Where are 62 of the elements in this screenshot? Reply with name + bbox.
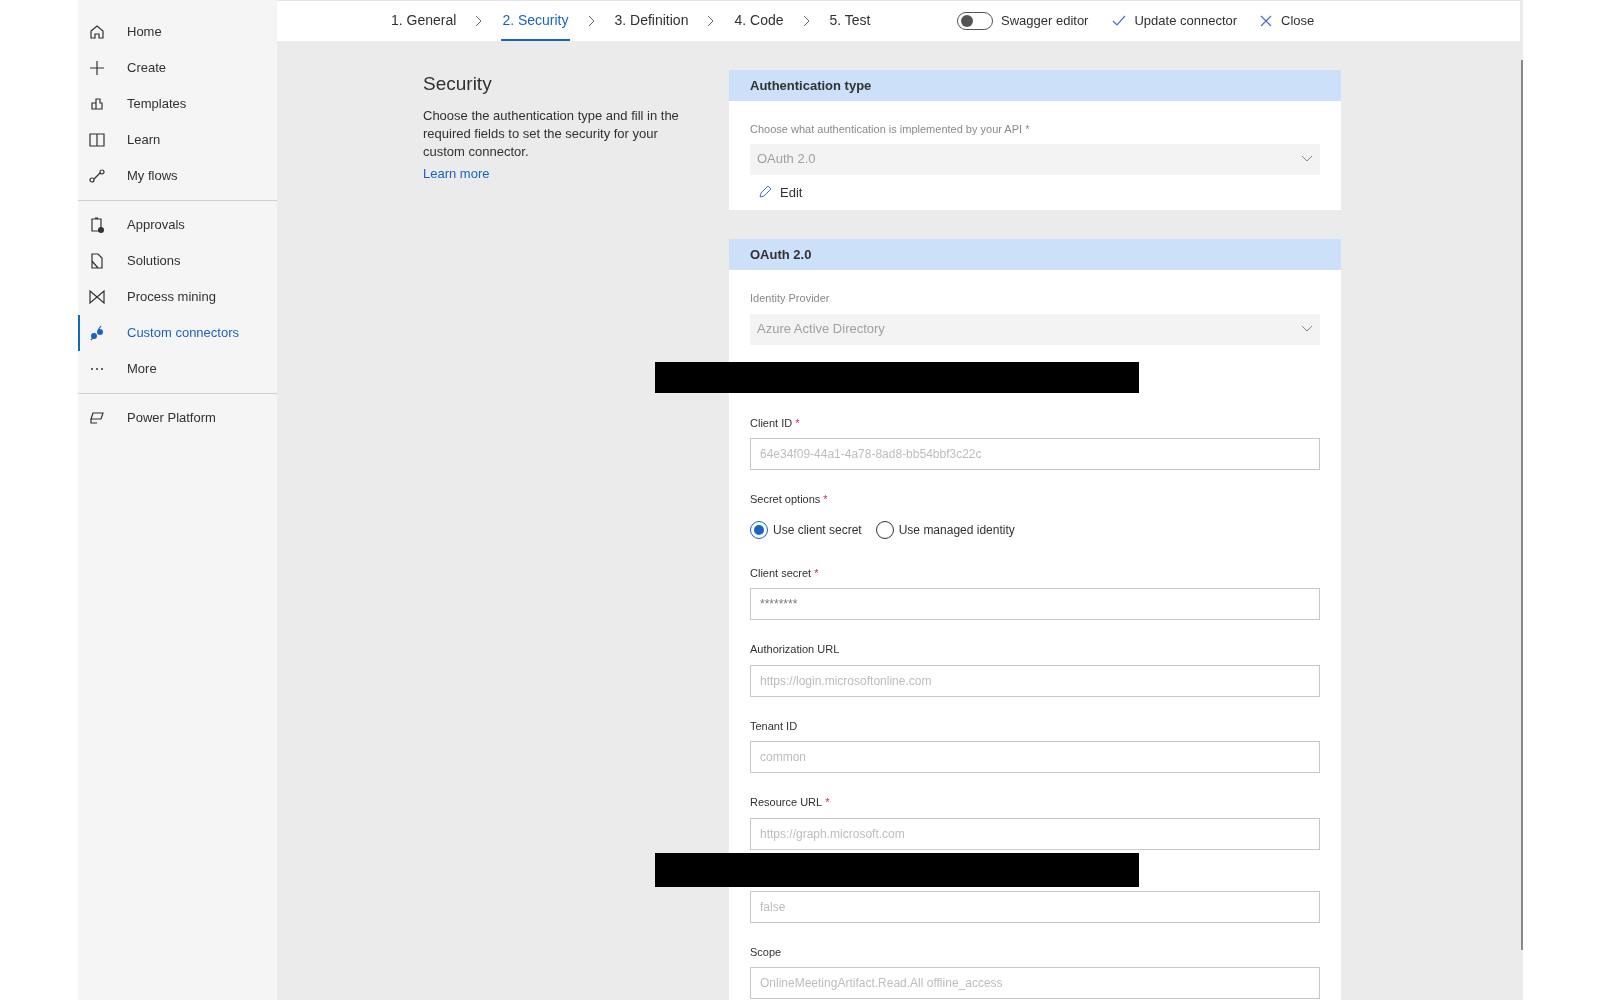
chevron-icon	[802, 15, 811, 27]
close-button[interactable]: Close	[1259, 11, 1315, 31]
sidebar-item[interactable]: Solutions	[78, 243, 277, 279]
step-tab[interactable]: 5. Test	[828, 1, 872, 41]
field-label: Tenant ID	[750, 718, 799, 734]
field-label: Client ID	[750, 415, 793, 431]
radio-option[interactable]: Use managed identity	[875, 520, 1015, 539]
sidebar-item[interactable]: Power Platform	[78, 400, 277, 436]
book-icon	[88, 131, 106, 149]
required-mark: *	[814, 565, 819, 581]
field-label: Resource URL	[750, 795, 823, 810]
sidebar-item[interactable]: Create	[78, 50, 277, 86]
clipboard-icon	[88, 216, 106, 234]
field-label: Scope	[750, 944, 783, 960]
chevron-down-icon	[1301, 155, 1313, 163]
swagger-toggle[interactable]	[957, 12, 993, 30]
scrollbar[interactable]	[1520, 60, 1523, 950]
chevron-icon	[475, 15, 484, 27]
field-label: Authorization URL	[750, 642, 841, 657]
dropdown-field: Azure Active Directory	[750, 313, 1320, 345]
field-label: Choose what authentication is implemented by your API *	[750, 122, 1031, 137]
plus-icon	[88, 59, 106, 77]
connectors-icon	[88, 324, 106, 342]
field-label: Identity Provider	[750, 291, 831, 306]
process-mining-icon	[88, 288, 106, 306]
update-connector-button[interactable]: Update connector	[1112, 11, 1238, 31]
edit-button[interactable]: Edit	[758, 182, 803, 202]
learn-more-link[interactable]: Learn more	[423, 165, 490, 181]
step-tab[interactable]: 1. General	[390, 1, 458, 41]
field-label: Secret options	[750, 492, 821, 507]
templates-icon	[88, 95, 106, 113]
radio-option[interactable]: Use client secret	[750, 520, 862, 539]
close-icon	[1259, 14, 1274, 28]
step-tab[interactable]: 3. Definition	[613, 1, 690, 41]
sidebar-item[interactable]: Approvals	[78, 207, 277, 243]
sidebar-item[interactable]: Learn	[78, 122, 277, 158]
solutions-icon	[88, 252, 106, 270]
sidebar-item[interactable]: Templates	[78, 86, 277, 122]
toggle-label: Swagger editor	[1001, 12, 1089, 31]
pencil-icon	[758, 185, 772, 200]
required-mark: *	[823, 492, 828, 507]
platform-icon	[88, 409, 106, 427]
check-icon	[1112, 14, 1127, 28]
required-mark: *	[825, 795, 830, 810]
input-field[interactable]: ********	[750, 588, 1320, 620]
flow-icon	[88, 167, 106, 185]
chevron-icon	[707, 15, 716, 27]
sidebar-item[interactable]: More	[78, 351, 277, 387]
chevron-icon	[587, 15, 596, 27]
home-icon	[88, 23, 106, 41]
card-header: OAuth 2.0	[729, 239, 1341, 270]
step-tab[interactable]: 4. Code	[733, 1, 785, 41]
chevron-down-icon	[1301, 325, 1313, 333]
dropdown-field: OAuth 2.0	[750, 143, 1320, 175]
sidebar-item[interactable]: Process mining	[78, 279, 277, 315]
field-label: Client secret	[750, 565, 812, 581]
section-title: Security	[423, 72, 493, 96]
sidebar-item[interactable]: My flows	[78, 158, 277, 194]
sidebar-item[interactable]: Home	[78, 14, 277, 50]
required-mark: *	[795, 415, 800, 431]
description-text: Choose the authentication type and fill in the required fields to set the security for your custom connector.	[423, 106, 680, 161]
card-header: Authentication type	[729, 70, 1341, 101]
